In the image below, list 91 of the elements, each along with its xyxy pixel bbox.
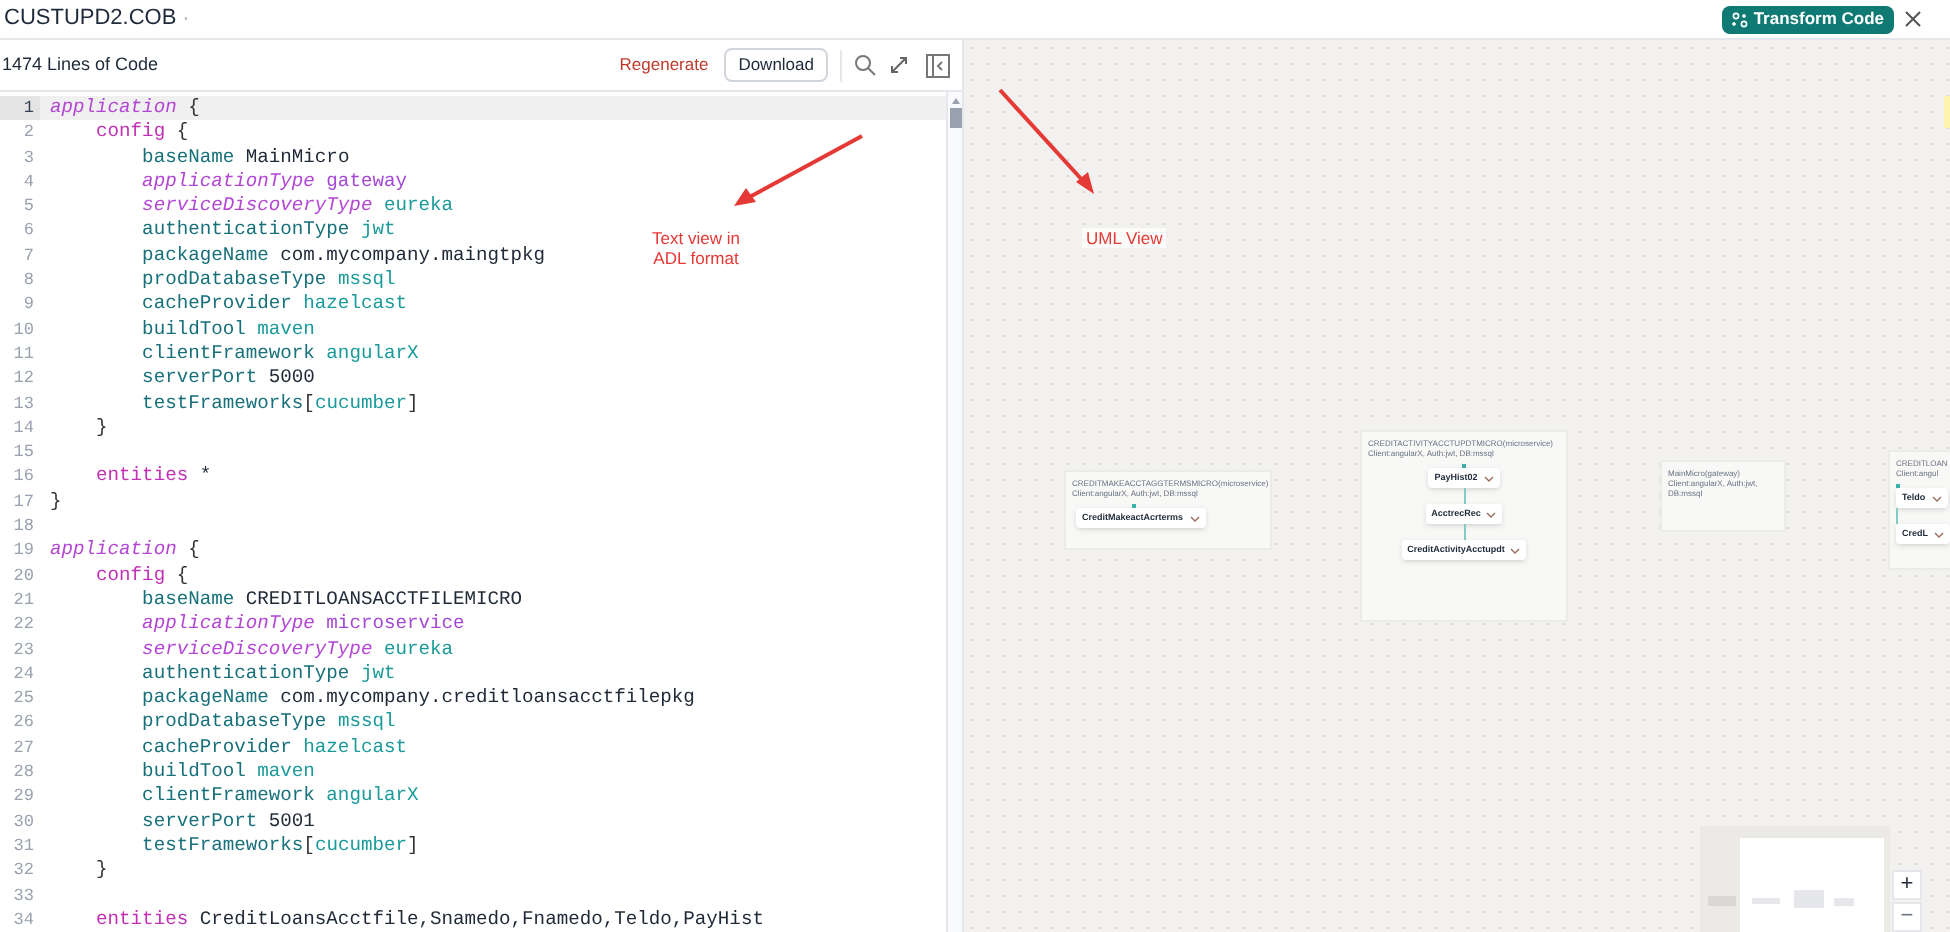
line-number: 4 bbox=[21, 169, 36, 195]
line-number: 5 bbox=[21, 194, 36, 219]
line-number: 15 bbox=[11, 440, 36, 465]
code-line: } bbox=[94, 415, 108, 441]
code-line: application { bbox=[48, 96, 200, 121]
connector-line bbox=[1463, 524, 1465, 540]
code-line: buildTool maven bbox=[140, 760, 315, 785]
arrow bbox=[994, 84, 1098, 196]
line-number: 32 bbox=[11, 858, 36, 883]
line-number: 7 bbox=[21, 243, 36, 269]
code-line: serviceDiscoveryType eureka bbox=[140, 194, 454, 219]
line-number: 24 bbox=[11, 661, 36, 687]
chevron-down-icon[interactable] bbox=[1931, 495, 1942, 501]
code-line: packageName com.mycompany.maingtpkg bbox=[140, 243, 546, 269]
line-number: 22 bbox=[11, 612, 36, 638]
code-line: applicationType microservice bbox=[140, 612, 465, 638]
code-line: entities CreditLoansAcctfile,Snamedo,Fnamedo,Teldo,PayHist bbox=[94, 907, 764, 932]
code-line: testFrameworks[cucumber] bbox=[140, 833, 419, 859]
line-number: 19 bbox=[11, 538, 36, 564]
code-line: } bbox=[48, 489, 62, 515]
line-number: 3 bbox=[21, 145, 36, 170]
code-line: config { bbox=[94, 120, 189, 146]
close-icon[interactable] bbox=[1904, 10, 1922, 28]
code-line: cacheProvider hazelcast bbox=[140, 292, 407, 318]
annotation-label: UML View bbox=[1082, 228, 1167, 248]
line-number: 17 bbox=[11, 489, 36, 515]
line-number: 12 bbox=[11, 366, 36, 392]
code-line: testFrameworks[cucumber] bbox=[140, 391, 419, 416]
line-number: 30 bbox=[11, 809, 36, 834]
file-title: CUSTUPD2.COB bbox=[4, 4, 177, 35]
collapse-panel-icon[interactable] bbox=[926, 53, 950, 77]
search-icon[interactable] bbox=[854, 54, 876, 76]
line-number: 10 bbox=[11, 317, 36, 342]
minimap-block bbox=[1794, 890, 1824, 908]
code-line: baseName MainMicro bbox=[140, 145, 350, 170]
code-line: serviceDiscoveryType eureka bbox=[140, 637, 454, 662]
code-line: config { bbox=[94, 563, 189, 588]
line-number: 14 bbox=[11, 415, 36, 441]
line-number: 28 bbox=[11, 760, 36, 785]
connector-line bbox=[1896, 508, 1898, 524]
line-number: 33 bbox=[11, 883, 36, 908]
line-number: 13 bbox=[11, 391, 36, 416]
code-line: packageName com.mycompany.creditloansacctfilepkg bbox=[140, 686, 695, 711]
line-number: 31 bbox=[11, 833, 36, 859]
line-number: 27 bbox=[11, 735, 36, 761]
code-line: prodDatabaseType mssql bbox=[140, 710, 396, 736]
line-number: 2 bbox=[21, 120, 36, 146]
chevron-down-icon[interactable] bbox=[1510, 547, 1521, 553]
line-number: 26 bbox=[11, 710, 36, 736]
connector-line bbox=[1463, 488, 1465, 504]
code-line: baseName CREDITLOANSACCTFILEMICRO bbox=[140, 587, 523, 613]
line-number: 25 bbox=[11, 686, 36, 711]
line-number: 18 bbox=[11, 514, 36, 539]
line-number: 11 bbox=[11, 341, 36, 367]
download-button[interactable]: Download bbox=[724, 48, 828, 82]
code-line: application { bbox=[48, 538, 200, 564]
line-number: 1 bbox=[0, 96, 40, 121]
code-line: authenticationType jwt bbox=[140, 661, 396, 687]
line-number: 9 bbox=[21, 292, 36, 318]
code-line: authenticationType jwt bbox=[140, 218, 396, 244]
transform-code-button[interactable]: Transform Code bbox=[1721, 5, 1894, 33]
regenerate-link[interactable]: Regenerate bbox=[619, 52, 709, 78]
code-line: clientFramework angularX bbox=[140, 341, 419, 367]
code-line: buildTool maven bbox=[140, 317, 315, 342]
code-line: cacheProvider hazelcast bbox=[140, 735, 407, 761]
line-number: 6 bbox=[21, 218, 36, 244]
chevron-down-icon[interactable] bbox=[1934, 531, 1945, 537]
line-number: 34 bbox=[11, 907, 36, 932]
line-number: 29 bbox=[11, 784, 36, 810]
code-line: } bbox=[94, 858, 108, 883]
scrollbar[interactable] bbox=[946, 92, 962, 932]
arrow bbox=[732, 130, 868, 208]
chevron-down-icon[interactable] bbox=[1486, 511, 1497, 517]
code-line: serverPort 5000 bbox=[140, 366, 315, 392]
code-line: serverPort 5001 bbox=[140, 809, 315, 834]
zoom-out-button[interactable]: − bbox=[1892, 902, 1922, 932]
zoom-in-button[interactable]: + bbox=[1892, 870, 1922, 900]
code-line: clientFramework angularX bbox=[140, 784, 419, 810]
line-number: 20 bbox=[11, 563, 36, 588]
line-number: 8 bbox=[21, 268, 36, 293]
line-number: 21 bbox=[11, 587, 36, 613]
chevron-down-icon[interactable] bbox=[1483, 475, 1494, 481]
expand-icon[interactable] bbox=[890, 56, 908, 74]
code-line: entities * bbox=[94, 464, 212, 490]
code-line: prodDatabaseType mssql bbox=[140, 268, 396, 293]
modified-marker: · bbox=[182, 6, 190, 34]
line-number: 23 bbox=[11, 637, 36, 662]
line-count: 1474 Lines of Code bbox=[2, 51, 159, 78]
code-line: applicationType gateway bbox=[140, 169, 407, 195]
chevron-down-icon[interactable] bbox=[1189, 515, 1200, 521]
line-number: 16 bbox=[11, 464, 36, 490]
